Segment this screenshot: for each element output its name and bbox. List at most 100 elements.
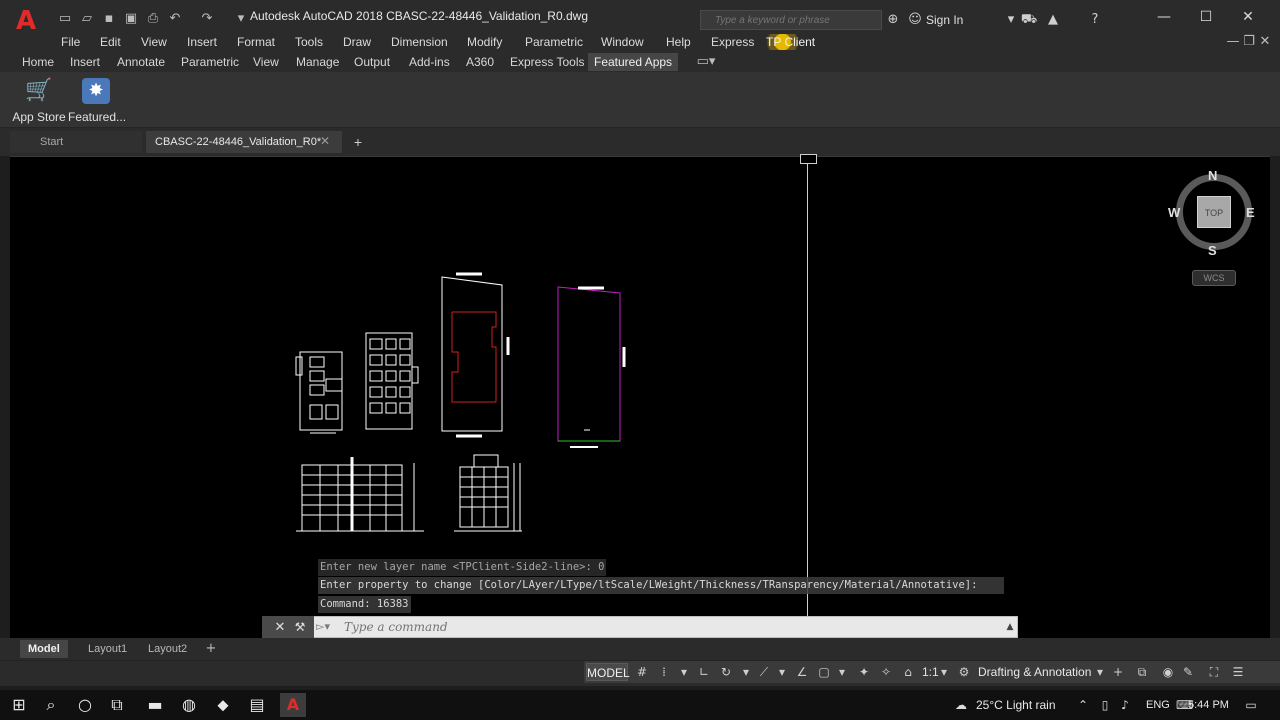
search-icon[interactable]: ⌕ — [38, 693, 64, 717]
language-indicator[interactable]: ENG — [1146, 699, 1172, 713]
layout-tab-layout1[interactable]: Layout1 — [80, 640, 135, 658]
compass-north[interactable]: N — [1208, 168, 1217, 183]
search-input[interactable] — [715, 11, 883, 29]
tab-output[interactable]: Output — [354, 55, 390, 69]
layout-tab-layout2[interactable]: Layout2 — [140, 640, 195, 658]
close-icon[interactable]: ✕ — [272, 618, 288, 636]
menu-help[interactable]: Help — [666, 34, 691, 50]
compass-south[interactable]: S — [1208, 243, 1217, 258]
print-icon[interactable]: ⎙ — [144, 10, 162, 28]
workspace-switch[interactable]: Drafting & Annotation — [978, 663, 1106, 681]
windows-start-icon[interactable]: ⊞ — [6, 693, 32, 717]
network-icon[interactable]: ▯ — [1098, 696, 1112, 714]
cart-icon[interactable]: ⛟ — [1020, 12, 1038, 30]
auto-scale-icon[interactable]: ✧ — [878, 663, 894, 681]
menu-insert[interactable]: Insert — [187, 34, 217, 50]
tab-insert[interactable]: Insert — [70, 55, 100, 69]
hardware-acceleration-icon[interactable]: ◉ — [1160, 663, 1176, 681]
save-as-icon[interactable]: ▣ — [122, 10, 140, 28]
plus-icon[interactable]: + — [1110, 663, 1126, 681]
undo-icon[interactable]: ↶ — [166, 10, 184, 28]
ortho-icon[interactable]: ∟ — [696, 663, 712, 681]
annotation-scale-icon[interactable]: ⌂ — [900, 663, 916, 681]
grid-icon[interactable]: # — [634, 663, 650, 681]
drawing-canvas[interactable] — [10, 156, 1270, 638]
volume-icon[interactable]: ♪ — [1118, 696, 1132, 714]
app-icon[interactable]: ▤ — [244, 693, 270, 717]
compass-east[interactable]: E — [1246, 205, 1255, 220]
polar-dropdown-icon[interactable]: ▾ — [738, 663, 754, 681]
new-file-icon[interactable]: ▭ — [56, 10, 74, 28]
command-prompt-icon[interactable]: ▻▾ — [316, 619, 342, 635]
polar-tracking-icon[interactable]: ↻ — [718, 663, 734, 681]
object-snap-tracking-icon[interactable]: ∠ — [794, 663, 810, 681]
ucs-menu[interactable]: WCS — [1192, 270, 1236, 286]
tab-featured-apps[interactable]: Featured Apps — [588, 53, 679, 71]
menu-edit[interactable]: Edit — [100, 34, 121, 50]
model-space-button[interactable]: MODEL — [586, 663, 630, 681]
isolate-objects-icon[interactable]: ⧉ — [1134, 663, 1150, 681]
menu-draw[interactable]: Draw — [343, 34, 371, 50]
acrobat-icon[interactable]: ⬥ — [210, 693, 236, 717]
command-input[interactable] — [344, 618, 784, 636]
menu-express[interactable]: Express — [711, 34, 754, 50]
menu-modify[interactable]: Modify — [467, 34, 502, 50]
tab-add-ins[interactable]: Add-ins — [409, 55, 450, 69]
tab-express-tools[interactable]: Express Tools — [510, 55, 584, 69]
file-explorer-icon[interactable]: ▬ — [142, 693, 168, 717]
tab-a360[interactable]: A360 — [466, 55, 494, 69]
help-icon[interactable]: ? — [1086, 12, 1104, 30]
menu-parametric[interactable]: Parametric — [525, 34, 583, 50]
menu-dimension[interactable]: Dimension — [391, 34, 448, 50]
task-view-icon[interactable]: ⧉ — [104, 693, 130, 717]
object-snap-dropdown-icon[interactable]: ▾ — [834, 663, 850, 681]
isodraft-icon[interactable]: ⟋ — [756, 663, 772, 681]
add-layout-icon[interactable]: + — [202, 640, 220, 658]
weather-text[interactable]: 25°C Light rain — [976, 698, 1072, 714]
annotation-visibility-icon[interactable]: ✦ — [856, 663, 872, 681]
ribbon-display-toggle-icon[interactable]: ▭▾ — [694, 53, 718, 71]
doc-close-icon[interactable]: ✕ — [1256, 34, 1274, 50]
snap-dropdown-icon[interactable]: ▾ — [676, 663, 692, 681]
user-icon[interactable]: ☺ — [906, 12, 924, 30]
add-tab-icon[interactable]: + — [350, 134, 366, 150]
tab-manage[interactable]: Manage — [296, 55, 339, 69]
autocad-taskbar-icon[interactable]: A — [280, 693, 306, 717]
search-box[interactable] — [700, 10, 883, 30]
redo-icon[interactable]: ↷ — [198, 10, 216, 28]
snap-icon[interactable]: ⁞ — [656, 663, 672, 681]
weather-icon[interactable]: ☁ — [952, 696, 970, 714]
gear-icon[interactable]: ⚙ — [956, 663, 972, 681]
menu-tp-client[interactable]: TP Client — [764, 34, 818, 50]
tab-parametric[interactable]: Parametric — [181, 55, 239, 69]
minimize-icon[interactable]: — — [1154, 8, 1174, 26]
open-file-icon[interactable]: ▱ — [78, 10, 96, 28]
layout-tab-model[interactable]: Model — [20, 640, 68, 658]
featured-apps-button[interactable]: ✸ Featured... — [68, 78, 126, 124]
close-tab-icon[interactable]: ✕ — [320, 135, 332, 147]
tab-home[interactable]: Home — [22, 55, 54, 69]
wrench-icon[interactable]: ⚒ — [292, 618, 308, 636]
menu-window[interactable]: Window — [601, 34, 644, 50]
sign-in-button[interactable]: Sign In — [926, 13, 963, 27]
clean-screen-icon[interactable]: ✎ — [1180, 663, 1196, 681]
chrome-icon[interactable]: ◍ — [176, 693, 202, 717]
customization-icon[interactable]: ☰ — [1230, 663, 1246, 681]
maximize-icon[interactable]: ☐ — [1196, 8, 1216, 26]
save-icon[interactable]: ▪ — [100, 10, 118, 28]
scale-dropdown-icon[interactable]: ▾ — [936, 663, 952, 681]
tab-drawing[interactable]: CBASC-22-48446_Validation_R0* — [146, 131, 342, 153]
menu-file[interactable]: File — [61, 34, 80, 50]
exchange-icon[interactable]: ▲ — [1044, 12, 1062, 30]
workspace-dropdown-icon[interactable]: ▾ — [1092, 663, 1108, 681]
menu-format[interactable]: Format — [237, 34, 275, 50]
tab-start[interactable]: Start — [10, 131, 142, 153]
clock[interactable]: 5:44 PM — [1188, 699, 1238, 713]
viewcube-top-face[interactable]: TOP — [1197, 196, 1231, 228]
compass-west[interactable]: W — [1168, 205, 1180, 220]
cortana-icon[interactable]: ○ — [72, 693, 98, 717]
menu-view[interactable]: View — [141, 34, 167, 50]
fullscreen-icon[interactable]: ⛶ — [1206, 663, 1222, 681]
quick-access-dropdown-icon[interactable]: ▾ — [232, 10, 250, 28]
notifications-icon[interactable]: ▭ — [1244, 696, 1258, 714]
